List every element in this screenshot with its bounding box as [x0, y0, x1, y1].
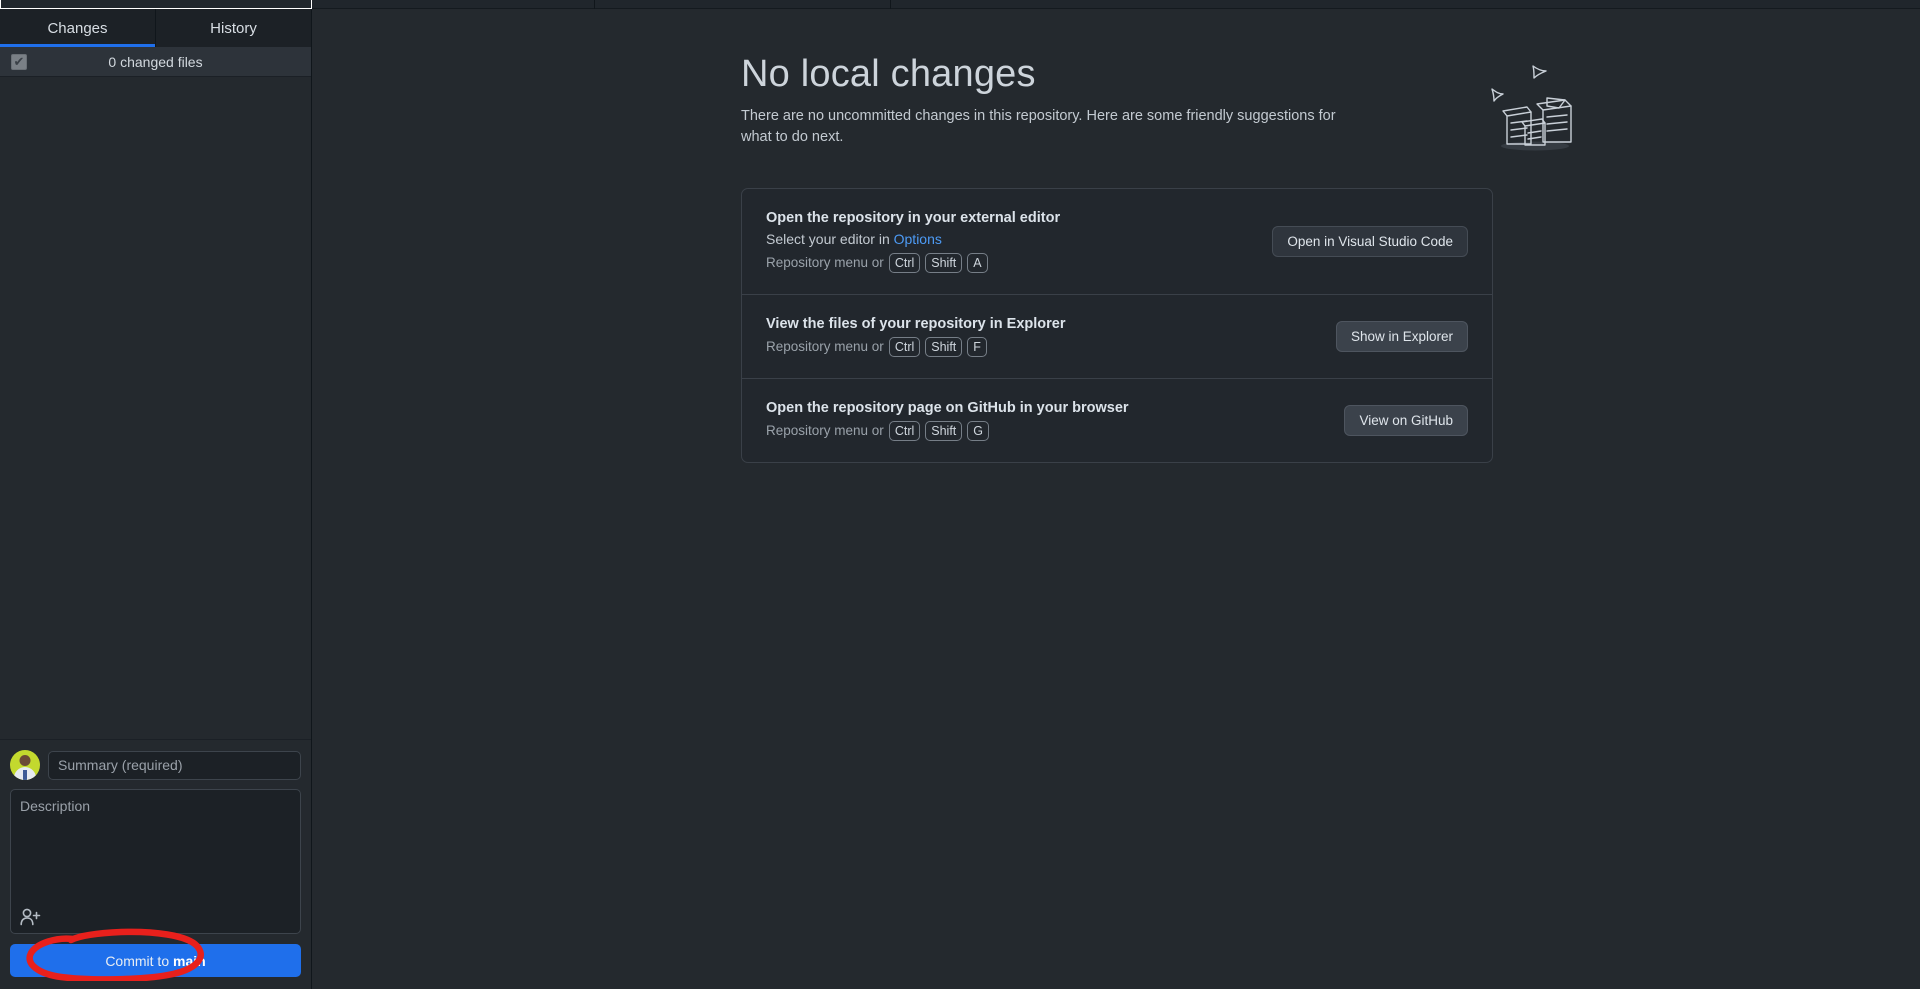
changed-files-count: 0 changed files	[108, 53, 203, 70]
toolbar-branch-button[interactable]	[312, 0, 595, 9]
commit-button-prefix: Commit to	[105, 952, 173, 969]
suggestion-shortcut: Repository menu or Ctrl Shift A	[766, 252, 1060, 273]
key-letter: F	[967, 336, 987, 357]
suggestion-open-in-external-editor: Open the repository in your external edi…	[742, 189, 1492, 295]
show-in-explorer-button[interactable]: Show in Explorer	[1335, 320, 1468, 352]
suggestion-subtitle: Select your editor in Options	[766, 231, 1060, 247]
app-toolbar	[0, 0, 1920, 9]
blank-slate: No local changes There are no uncommitte…	[313, 9, 1920, 463]
toolbar-repository-button[interactable]	[0, 0, 312, 9]
suggestions-card-list: Open the repository in your external edi…	[741, 187, 1493, 463]
key-shift: Shift	[925, 252, 963, 273]
commit-summary-input[interactable]	[48, 750, 301, 780]
commit-form: Commit to main	[0, 739, 311, 989]
tab-history-label: History	[210, 19, 257, 37]
suggestion-text: View the files of your repository in Exp…	[766, 316, 1065, 357]
suggestion-title: Open the repository page on GitHub in yo…	[766, 399, 1129, 416]
suggestion-shortcut: Repository menu or Ctrl Shift G	[766, 420, 1129, 441]
commit-button-branch: main	[173, 952, 206, 969]
tab-changes[interactable]: Changes	[0, 9, 156, 47]
commit-description-input[interactable]	[11, 790, 300, 933]
page-subtitle: There are no uncommitted changes in this…	[741, 107, 1336, 145]
tab-history[interactable]: History	[156, 9, 311, 47]
commit-summary-row	[10, 750, 301, 780]
view-on-github-button[interactable]: View on GitHub	[1344, 404, 1468, 436]
commit-button-wrapper: Commit to main	[10, 928, 301, 981]
tab-changes-label: Changes	[47, 19, 108, 37]
commit-to-main-button[interactable]: Commit to main	[10, 944, 301, 977]
suggestion-view-files-in-explorer: View the files of your repository in Exp…	[742, 295, 1492, 379]
key-shift: Shift	[925, 336, 963, 357]
suggestion-shortcut: Repository menu or Ctrl Shift F	[766, 336, 1065, 357]
shortcut-prefix: Repository menu or	[766, 423, 884, 439]
avatar-head	[19, 755, 31, 766]
suggestion-text: Open the repository in your external edi…	[766, 210, 1060, 273]
sidebar: Changes History ✔ 0 changed files Summar…	[0, 9, 312, 989]
suggestion-title: View the files of your repository in Exp…	[766, 315, 1066, 332]
main-panel: No local changes There are no uncommitte…	[313, 9, 1920, 989]
open-in-visual-studio-code-button[interactable]: Open in Visual Studio Code	[1272, 225, 1468, 257]
key-ctrl: Ctrl	[888, 420, 921, 441]
key-letter: A	[967, 252, 988, 273]
options-link[interactable]: Options	[894, 231, 942, 247]
changed-files-header: ✔ 0 changed files	[0, 47, 311, 77]
page-title: No local changes	[741, 53, 1036, 95]
suggestion-view-on-github: Open the repository page on GitHub in yo…	[742, 379, 1492, 462]
suggestion-subtitle-text: Select your editor in	[766, 230, 894, 247]
shortcut-prefix: Repository menu or	[766, 255, 884, 271]
key-ctrl: Ctrl	[888, 336, 921, 357]
shortcut-prefix: Repository menu or	[766, 339, 884, 355]
toolbar-fetch-button[interactable]	[595, 0, 891, 9]
changed-files-list	[0, 77, 311, 739]
avatar	[10, 750, 40, 780]
sidebar-tabs: Changes History	[0, 9, 311, 47]
boxes-and-birds-illustration	[1491, 65, 1572, 151]
suggestion-text: Open the repository page on GitHub in yo…	[766, 400, 1129, 441]
key-shift: Shift	[925, 420, 963, 441]
commit-description-box	[10, 789, 301, 934]
avatar-tie	[23, 770, 27, 780]
key-letter: G	[967, 420, 990, 441]
key-ctrl: Ctrl	[888, 252, 921, 273]
suggestion-title: Open the repository in your external edi…	[766, 209, 1061, 226]
add-person-icon[interactable]	[19, 907, 41, 927]
